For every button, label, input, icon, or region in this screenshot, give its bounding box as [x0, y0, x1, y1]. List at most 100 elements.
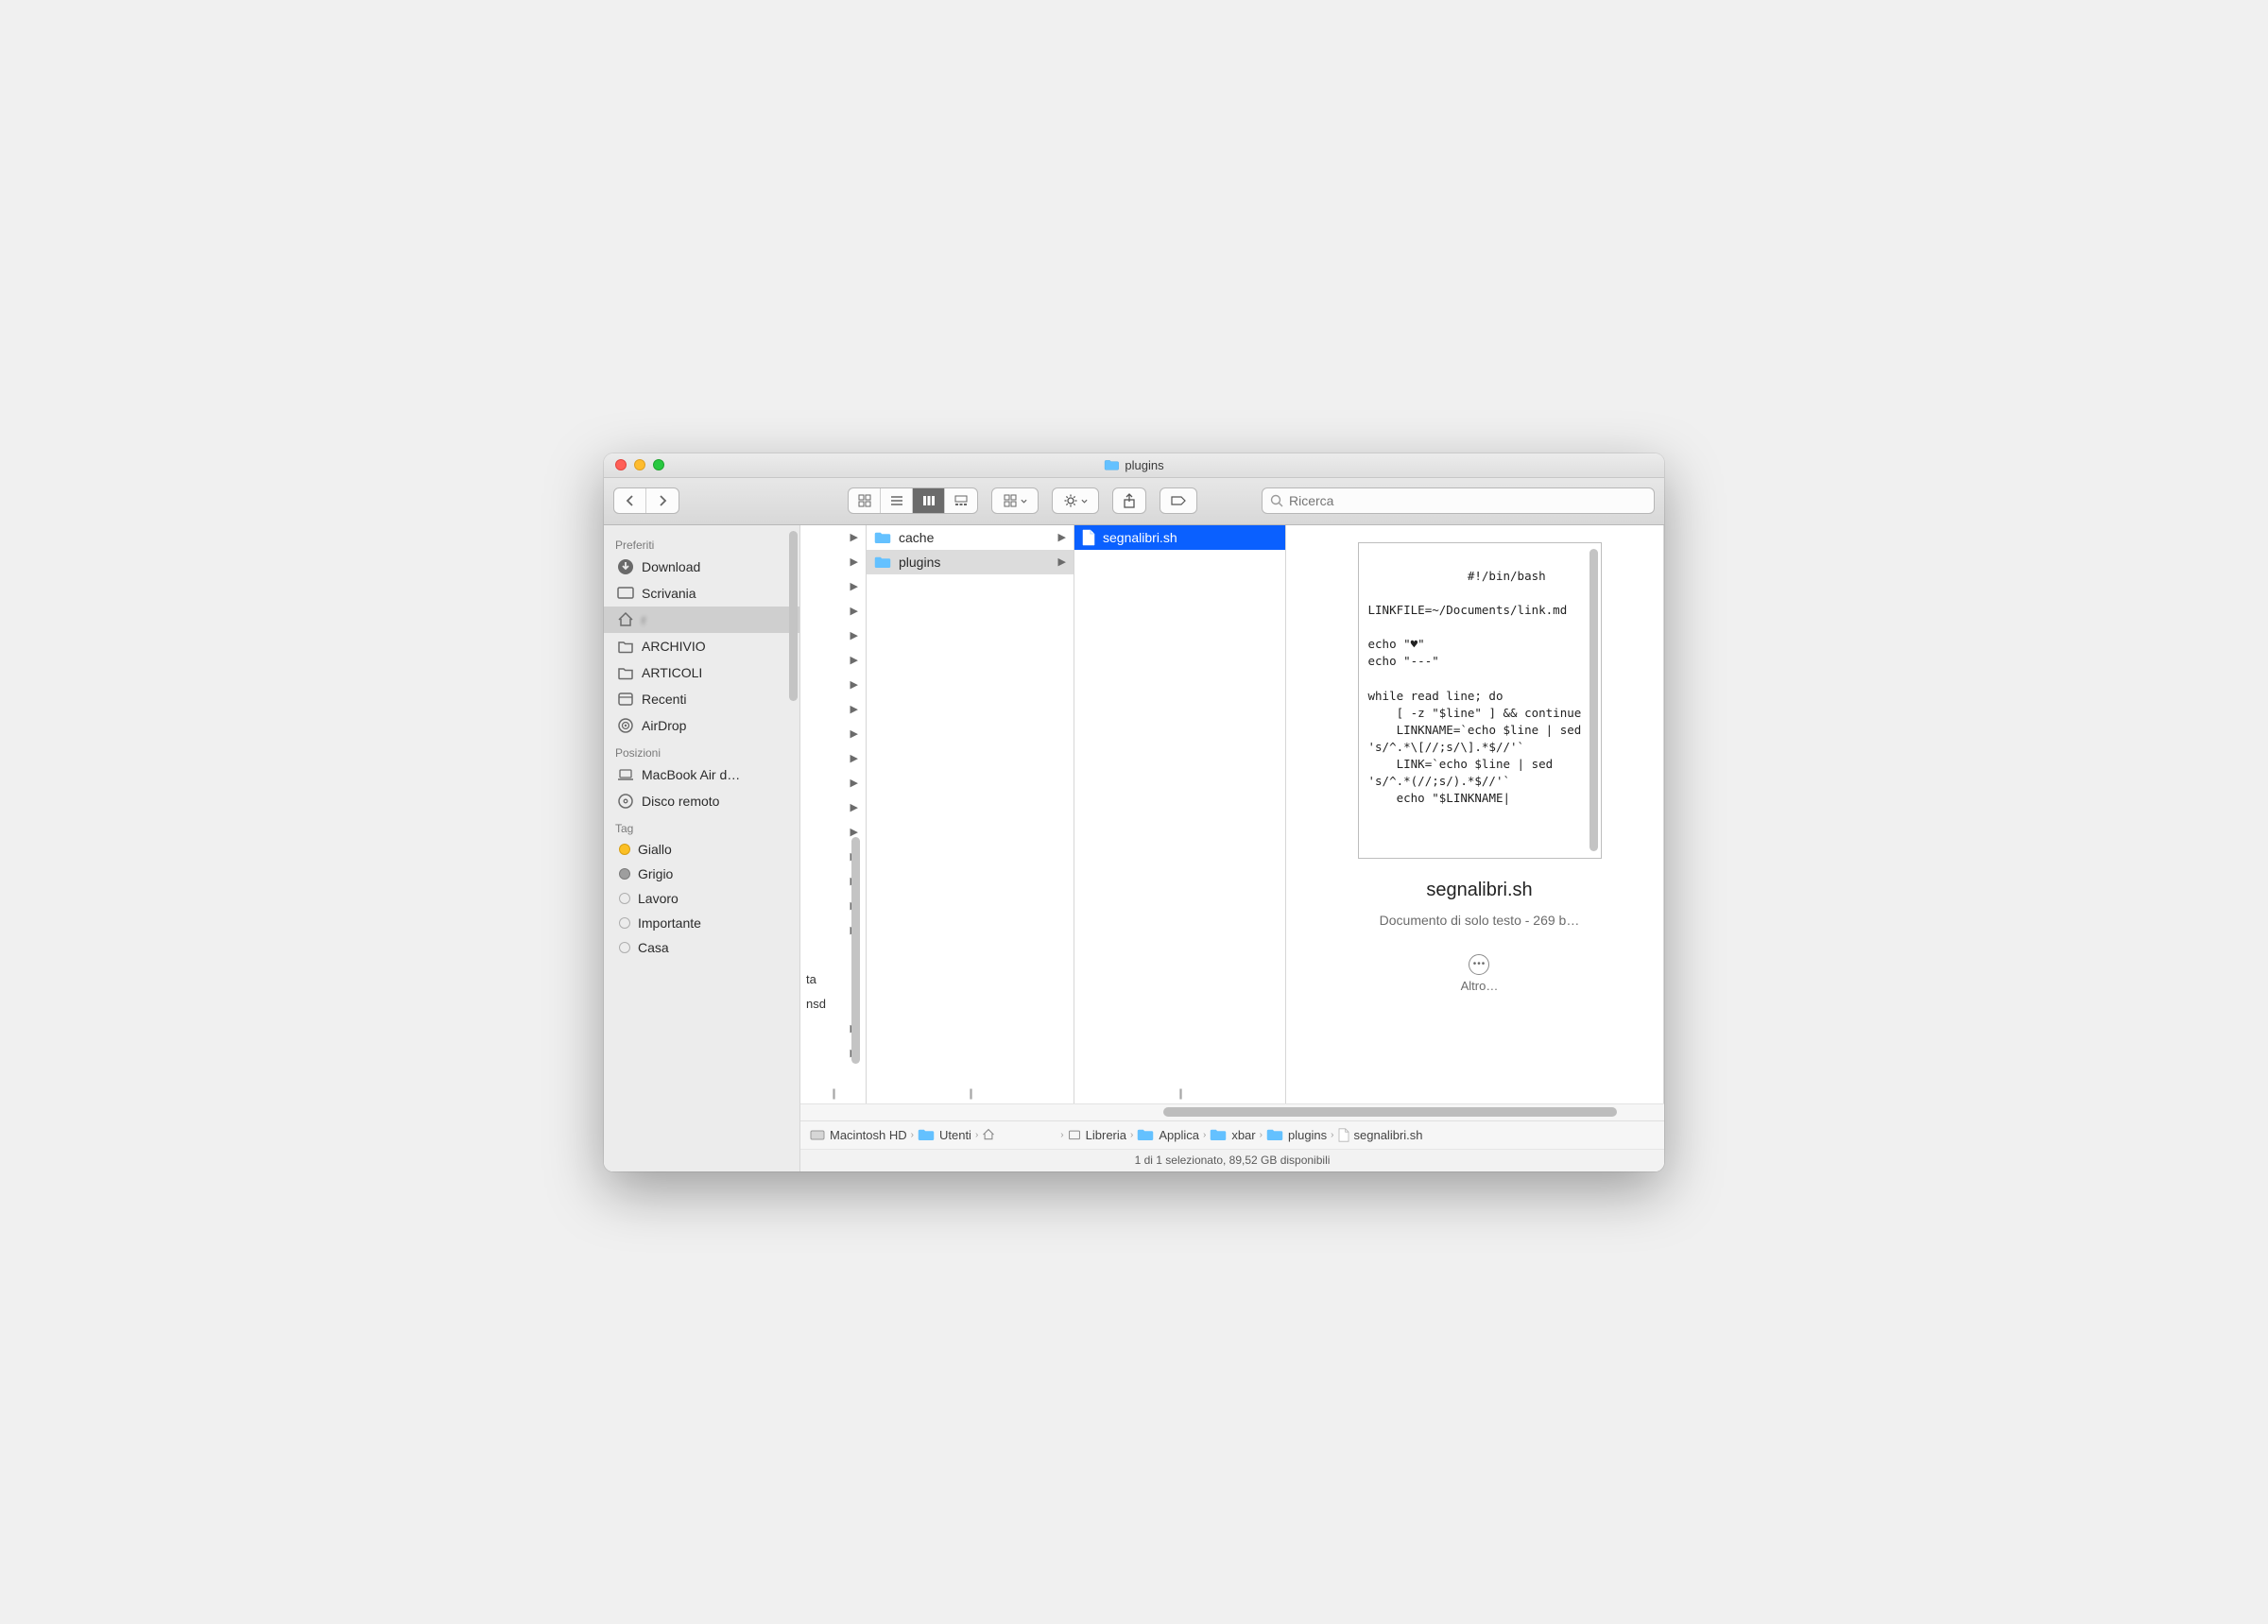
tags-button[interactable]	[1160, 487, 1197, 514]
gallery-icon	[954, 494, 968, 507]
group-by-button[interactable]	[991, 487, 1039, 514]
sidebar-tag-importante[interactable]: Importante	[604, 911, 799, 935]
search-input[interactable]	[1289, 493, 1646, 508]
sidebar-tag-grigio[interactable]: Grigio	[604, 862, 799, 886]
sidebar-item-label: MacBook Air d…	[642, 767, 740, 782]
sidebar-tag-giallo[interactable]: Giallo	[604, 837, 799, 862]
column-previous[interactable]: ▶▶▶▶ ▶▶▶▶ ▶▶▶▶ ▶▶▶▶ ▶ ta nsd ▶▶ ||	[800, 525, 867, 1103]
tag-dot-icon	[619, 844, 630, 855]
path-crumb[interactable]: Macintosh HD	[810, 1128, 907, 1142]
sidebar-item-label: Importante	[638, 915, 701, 931]
sidebar-tag-casa[interactable]: Casa	[604, 935, 799, 960]
scrollbar[interactable]	[1589, 549, 1598, 851]
status-bar: 1 di 1 selezionato, 89,52 GB disponibili	[800, 1149, 1664, 1171]
item-label: cache	[899, 530, 934, 545]
scrollbar[interactable]	[789, 531, 798, 701]
chevron-down-icon	[1021, 499, 1027, 504]
column-resize-handle[interactable]: ||	[1178, 1086, 1180, 1100]
path-crumb[interactable]: Utenti	[918, 1128, 971, 1142]
path-bar: Macintosh HD › Utenti › › Libreria ›	[800, 1120, 1664, 1149]
sidebar-item-articoli[interactable]: ARTICOLI	[604, 659, 799, 686]
chevron-right-icon: ›	[1060, 1130, 1063, 1140]
crumb-label: Utenti	[939, 1128, 971, 1142]
sidebar-item-archivio[interactable]: ARCHIVIO	[604, 633, 799, 659]
chevron-right-icon: ›	[975, 1130, 978, 1140]
chevron-right-icon: ›	[1260, 1130, 1263, 1140]
body: Preferiti Download Scrivania r ARCHIVIO …	[604, 525, 1664, 1171]
folder-icon	[918, 1128, 935, 1141]
column-view-button[interactable]	[913, 488, 945, 513]
forward-button[interactable]	[646, 488, 679, 513]
path-crumb[interactable]: xbar	[1210, 1128, 1255, 1142]
path-crumb[interactable]: Libreria	[1068, 1128, 1126, 1142]
path-crumb[interactable]: Applica	[1137, 1128, 1199, 1142]
crumb-label: xbar	[1231, 1128, 1255, 1142]
grid-icon	[858, 494, 871, 507]
sidebar-item-label: Giallo	[638, 842, 672, 857]
folder-icon	[1266, 1128, 1283, 1141]
zoom-button[interactable]	[653, 459, 664, 470]
preview-column: #!/bin/bash LINKFILE=~/Documents/link.md…	[1286, 525, 1664, 1103]
sidebar-header-locations: Posizioni	[604, 739, 799, 761]
sidebar-item-airdrop[interactable]: AirDrop	[604, 712, 799, 739]
sidebar-item-label: Download	[642, 559, 700, 574]
view-mode-buttons	[848, 487, 978, 514]
share-button[interactable]	[1112, 487, 1146, 514]
column-resize-handle[interactable]: ||	[969, 1086, 971, 1100]
folder-icon	[1068, 1128, 1081, 1141]
nav-buttons	[613, 487, 679, 514]
minimize-button[interactable]	[634, 459, 645, 470]
sidebar-item-download[interactable]: Download	[604, 554, 799, 580]
column-browser: ▶▶▶▶ ▶▶▶▶ ▶▶▶▶ ▶▶▶▶ ▶ ta nsd ▶▶ ||	[800, 525, 1664, 1103]
list-item[interactable]: cache ▶	[867, 525, 1074, 550]
list-item[interactable]: plugins ▶	[867, 550, 1074, 574]
sidebar-tag-lavoro[interactable]: Lavoro	[604, 886, 799, 911]
sidebar-item-recents[interactable]: Recenti	[604, 686, 799, 712]
horizontal-scrollbar[interactable]	[800, 1103, 1664, 1120]
preview-more-button[interactable]: ••• Altro…	[1461, 954, 1499, 993]
disc-icon	[617, 793, 634, 810]
sidebar-item-macbook[interactable]: MacBook Air d…	[604, 761, 799, 788]
toolbar	[604, 478, 1664, 525]
list-item[interactable]: segnalibri.sh	[1074, 525, 1285, 550]
gallery-view-button[interactable]	[945, 488, 977, 513]
close-button[interactable]	[615, 459, 627, 470]
scrollbar[interactable]	[851, 837, 860, 1064]
disk-icon	[810, 1128, 825, 1141]
sidebar-item-home[interactable]: r	[604, 607, 799, 633]
column-resize-handle[interactable]: ||	[832, 1086, 833, 1100]
preview-filename: segnalibri.sh	[1426, 880, 1532, 901]
tag-dot-icon	[619, 917, 630, 929]
window-title-text: plugins	[1125, 458, 1163, 472]
chevron-right-icon: ›	[1203, 1130, 1206, 1140]
path-crumb[interactable]: segnalibri.sh	[1338, 1128, 1423, 1142]
crumb-label: Libreria	[1086, 1128, 1126, 1142]
home-icon	[982, 1128, 995, 1141]
file-icon	[1338, 1128, 1349, 1142]
folder-icon	[617, 638, 634, 655]
chevron-down-icon	[1081, 499, 1088, 504]
airdrop-icon	[617, 717, 634, 734]
preview-content[interactable]: #!/bin/bash LINKFILE=~/Documents/link.md…	[1358, 542, 1602, 859]
sidebar-item-desktop[interactable]: Scrivania	[604, 580, 799, 607]
sidebar: Preferiti Download Scrivania r ARCHIVIO …	[604, 525, 800, 1171]
back-button[interactable]	[614, 488, 646, 513]
folder-icon	[874, 556, 891, 569]
ellipsis-icon: •••	[1469, 954, 1489, 975]
search-field[interactable]	[1262, 487, 1655, 514]
sidebar-header-favorites: Preferiti	[604, 531, 799, 554]
sidebar-item-label: ARTICOLI	[642, 665, 702, 680]
sidebar-item-remote-disc[interactable]: Disco remoto	[604, 788, 799, 814]
item-label: plugins	[899, 555, 940, 570]
preview-pane: #!/bin/bash LINKFILE=~/Documents/link.md…	[1286, 525, 1663, 1002]
scrollbar-thumb[interactable]	[1163, 1107, 1617, 1117]
home-icon	[617, 611, 634, 628]
preview-meta: Documento di solo testo - 269 b…	[1380, 913, 1580, 928]
path-crumb[interactable]	[982, 1128, 1057, 1141]
tag-icon	[1170, 495, 1187, 506]
path-crumb[interactable]: plugins	[1266, 1128, 1327, 1142]
icon-view-button[interactable]	[849, 488, 881, 513]
list-view-button[interactable]	[881, 488, 913, 513]
action-menu-button[interactable]	[1052, 487, 1099, 514]
sidebar-item-label: Lavoro	[638, 891, 679, 906]
